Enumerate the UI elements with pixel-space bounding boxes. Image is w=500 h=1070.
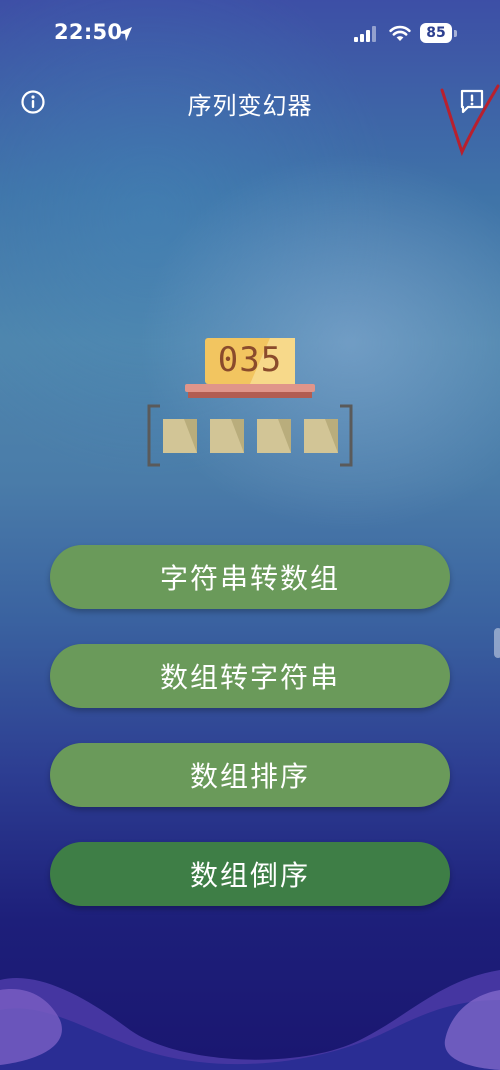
array-reverse-button[interactable]: 数组倒序 [50,842,450,906]
edge-handle [494,628,500,658]
logo-sign-text: 035 [217,340,283,380]
array-sort-button[interactable]: 数组排序 [50,743,450,807]
battery-tip [454,30,457,37]
handwritten-check-mark [440,84,500,157]
location-arrow-icon [118,27,132,41]
page-title: 序列变幻器 [187,92,313,120]
status-bar: 22:50 85 [0,0,500,70]
string-to-array-button[interactable]: 字符串转数组 [50,545,450,609]
cellular-signal-icon [354,26,376,42]
battery-indicator: 85 [420,23,452,43]
wifi-icon [389,25,411,41]
status-time: 22:50 [54,20,123,44]
decorative-waves [0,970,500,1070]
array-to-string-button[interactable]: 数组转字符串 [50,644,450,708]
